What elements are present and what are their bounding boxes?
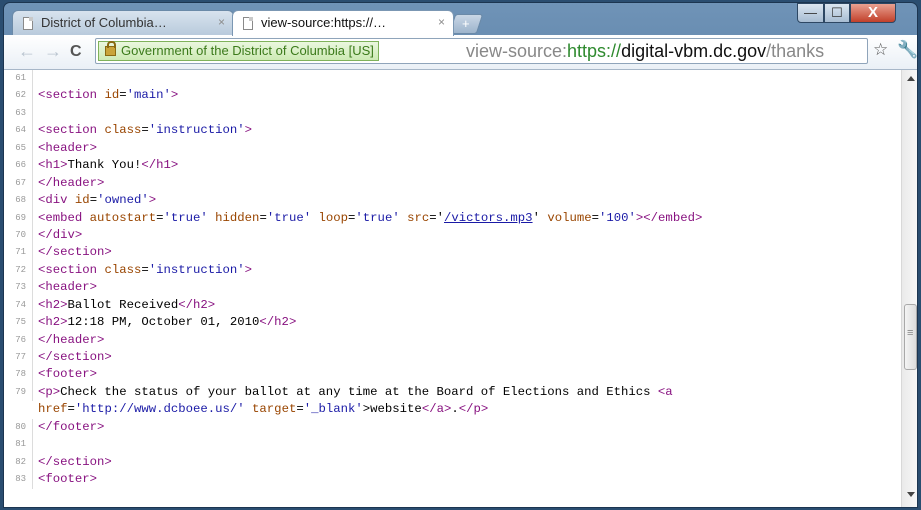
source-code-text: </section> (38, 350, 112, 364)
tab-title: view-source:https://… (261, 15, 386, 30)
source-line: 62 <section id='main'> (4, 87, 901, 105)
source-line: 71 </section> (4, 244, 901, 262)
scrollbar-thumb[interactable] (904, 304, 917, 370)
vertical-scrollbar[interactable] (901, 70, 917, 507)
line-number: 69 (4, 209, 33, 227)
source-line: 78 <footer> (4, 366, 901, 384)
maximize-button[interactable]: ☐ (824, 3, 850, 23)
forward-arrow-icon[interactable]: → (44, 41, 62, 62)
browser-toolbar: ← → C Government of the District of Colu… (4, 35, 917, 70)
source-code-text: <section class='instruction'> (38, 123, 253, 138)
page-icon (23, 17, 33, 30)
tab-view-source[interactable]: view-source:https://… × (232, 10, 454, 36)
line-number: 80 (4, 418, 33, 437)
line-number: 71 (4, 244, 33, 262)
line-number: 64 (4, 122, 33, 140)
tab-close-icon[interactable]: × (438, 15, 445, 29)
line-number: 77 (4, 349, 33, 367)
source-line: 80 </footer> (4, 418, 901, 437)
line-number: 70 (4, 226, 33, 245)
tab-title: District of Columbia… (41, 15, 167, 30)
line-number: 82 (4, 453, 33, 472)
source-code-text: <h2>12:18 PM, October 01, 2010</h2> (38, 315, 297, 330)
source-line: 81 (4, 436, 901, 454)
source-line: 70 </div> (4, 226, 901, 245)
source-line: 64 <section class='instruction'> (4, 122, 901, 140)
source-code-text: <header> (38, 280, 98, 295)
line-number: 78 (4, 366, 33, 384)
source-code-text: <div id='owned'> (38, 193, 157, 208)
source-code-text: </section> (38, 454, 112, 469)
line-number: 75 (4, 314, 33, 332)
url-text: view-source:https://digital-vbm.dc.gov/t… (466, 41, 825, 61)
source-code-text: <h2>Ballot Received</h2> (38, 297, 216, 312)
ev-certificate-badge[interactable]: Government of the District of Columbia [… (98, 41, 379, 61)
source-line: 72 <section class='instruction'> (4, 261, 901, 280)
line-number: 76 (4, 331, 33, 350)
reload-icon[interactable]: C (70, 43, 82, 61)
ev-label: Government of the District of Columbia [… (121, 43, 374, 58)
plus-icon: + (462, 16, 470, 31)
source-line: 63 (4, 104, 901, 123)
source-line: 67 </header> (4, 174, 901, 193)
source-code-text: </header> (38, 175, 105, 190)
tab-district-of-columbia[interactable]: District of Columbia… × (12, 10, 234, 36)
wrench-icon[interactable]: 🔧 (897, 40, 917, 60)
line-number: 61 (4, 70, 33, 88)
browser-window: District of Columbia… × view-source:http… (3, 2, 918, 508)
source-code-text: <embed autostart='true' hidden='true' lo… (38, 210, 703, 225)
source-line: 61 (4, 70, 901, 88)
line-number: 83 (4, 471, 33, 489)
line-number: 74 (4, 296, 33, 315)
source-line: 79 <p>Check the status of your ballot at … (4, 383, 901, 402)
line-number: 62 (4, 87, 33, 105)
source-code-text: <footer> (38, 472, 98, 487)
source-line: 83 <footer> (4, 471, 901, 489)
address-bar[interactable]: Government of the District of Columbia [… (95, 38, 868, 64)
source-code-text: </div> (38, 227, 83, 242)
line-number: 63 (4, 104, 33, 123)
page-icon (243, 17, 253, 30)
source-line: 68 <div id='owned'> (4, 192, 901, 210)
line-number: 72 (4, 261, 33, 280)
line-number: 73 (4, 279, 33, 297)
line-number: 65 (4, 139, 33, 158)
tab-close-icon[interactable]: × (218, 15, 225, 29)
scroll-down-arrow-icon[interactable] (907, 492, 915, 497)
source-view: 61 62 <section id='main'> 63 64 <section clas… (4, 70, 901, 507)
source-code-text: </header> (38, 332, 105, 347)
star-icon[interactable]: ☆ (873, 40, 888, 60)
source-line: 77 </section> (4, 349, 901, 367)
lock-icon (105, 41, 116, 56)
source-line: 76 </header> (4, 331, 901, 350)
line-number: 67 (4, 174, 33, 193)
source-line: 75 <h2>12:18 PM, October 01, 2010</h2> (4, 314, 901, 332)
source-line: 82 </section> (4, 453, 901, 472)
source-code-text: <p>Check the status of your ballot at an… (38, 384, 673, 399)
source-line: 66 <h1>Thank You!</h1> (4, 157, 901, 175)
source-code-text: <header> (38, 140, 98, 155)
line-number: 68 (4, 192, 33, 210)
source-code-text: <section id='main'> (38, 88, 179, 103)
minimize-button[interactable]: — (797, 3, 824, 23)
source-code-text: <footer> (38, 367, 98, 382)
close-window-button[interactable]: X (850, 3, 896, 23)
back-arrow-icon[interactable]: ← (18, 41, 36, 62)
source-line: 73 <header> (4, 279, 901, 297)
line-number: 79 (4, 383, 33, 402)
source-code-text: href='http://www.dcboee.us/' target='_bl… (38, 402, 489, 417)
line-number: 66 (4, 157, 33, 175)
source-line: 69 <embed autostart='true' hidden='true' … (4, 209, 901, 227)
source-code-text: </section> (38, 245, 112, 260)
source-code-text: <section class='instruction'> (38, 262, 253, 277)
source-line: 65 <header> (4, 139, 901, 158)
source-code-text: </footer> (38, 419, 105, 434)
source-line: 74 <h2>Ballot Received</h2> (4, 296, 901, 315)
scroll-up-arrow-icon[interactable] (907, 76, 915, 81)
line-number: 81 (4, 436, 33, 454)
title-bar: District of Columbia… × view-source:http… (4, 3, 917, 36)
source-line: href='http://www.dcboee.us/' target='_bl… (4, 401, 901, 418)
source-code-text: <h1>Thank You!</h1> (38, 158, 179, 173)
